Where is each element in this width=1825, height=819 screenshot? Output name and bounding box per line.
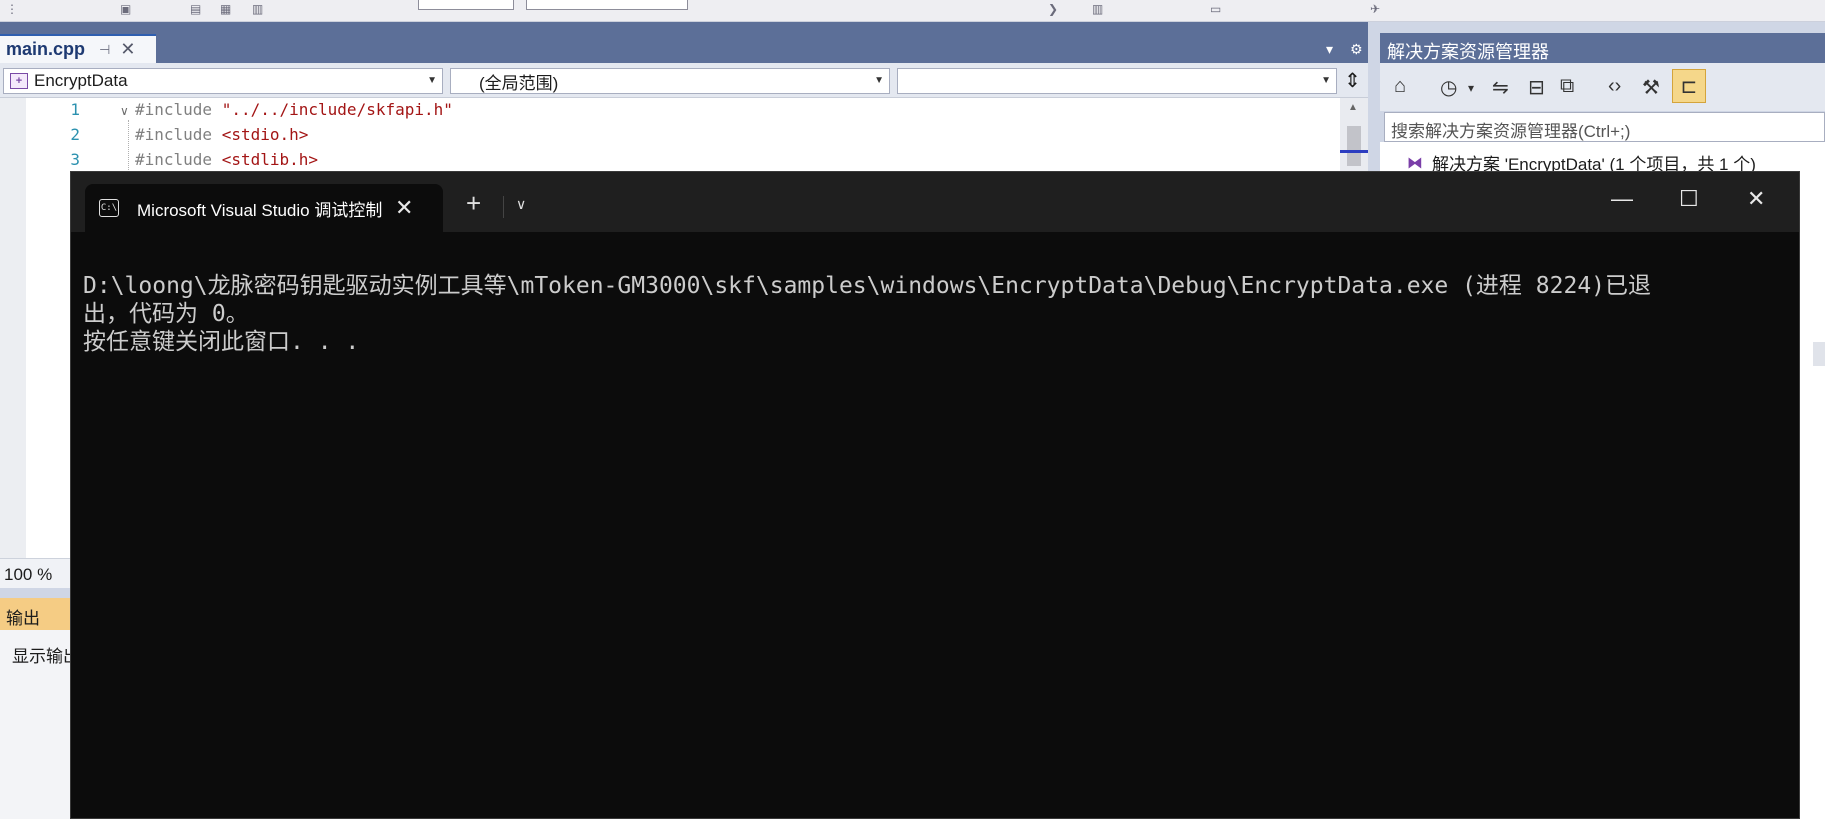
chevron-down-icon[interactable]: ▾ [1468, 81, 1474, 95]
divider [503, 196, 504, 218]
chevron-down-icon[interactable]: ▾ [1326, 41, 1333, 58]
terminal-icon: C:\ [99, 199, 119, 217]
code-line[interactable]: #include <stdio.h> [135, 125, 308, 144]
wrench-icon[interactable]: ⚒ [1642, 75, 1660, 100]
scope-combo[interactable]: (全局范围) ▼ [450, 68, 890, 94]
preview-icon[interactable]: ⊏ [1672, 69, 1706, 103]
toolbar-icon[interactable]: ✈ [1370, 2, 1380, 18]
toolbar-icon[interactable]: ▣ [120, 2, 131, 18]
debug-console-window[interactable]: C:\ Microsoft Visual Studio 调试控制台 ✕ + ∨ … [70, 171, 1800, 819]
chevron-down-icon: ▼ [1321, 75, 1331, 86]
code-view-icon[interactable]: ‹› [1608, 75, 1621, 98]
platform-dropdown[interactable] [526, 0, 688, 10]
chevron-down-icon: ▼ [427, 75, 437, 86]
project-icon: + [10, 73, 28, 89]
gear-icon[interactable]: ⚙ [1350, 41, 1363, 58]
new-tab-icon[interactable]: + [466, 188, 481, 219]
solution-icon: ⧓ [1407, 154, 1423, 172]
config-dropdown[interactable] [418, 0, 514, 10]
code-line[interactable]: #include <stdlib.h> [135, 150, 318, 169]
line-number: 1 [70, 100, 80, 119]
scroll-thumb[interactable] [1347, 126, 1361, 166]
collapse-icon[interactable]: ⊟ [1528, 75, 1545, 100]
output-title: 输出 [6, 609, 40, 628]
toolbar-icon[interactable]: ▥ [252, 2, 263, 18]
console-tab-title: Microsoft Visual Studio 调试控制台 [137, 200, 383, 220]
editor-margin [0, 98, 26, 558]
toolbar-icon[interactable]: ▭ [1210, 2, 1221, 18]
close-icon[interactable]: ✕ [395, 195, 413, 221]
navigation-bar: + EncryptData ▼ (全局范围) ▼ ▼ ⇕ [0, 63, 1368, 98]
pin-icon[interactable]: ⊣ [99, 42, 110, 58]
member-combo[interactable]: ▼ [897, 68, 1337, 94]
chevron-down-icon: ▼ [874, 75, 884, 86]
toolbar-icon[interactable]: ▦ [220, 2, 231, 18]
close-icon[interactable]: ✕ [120, 39, 135, 60]
console-line: D:\loong\龙脉密码钥匙驱动实例工具等\mToken-GM3000\skf… [83, 273, 1652, 299]
console-output: D:\loong\龙脉密码钥匙驱动实例工具等\mToken-GM3000\skf… [83, 272, 1783, 356]
tab-main-cpp[interactable]: main.cpp ⊣ ✕ [0, 34, 156, 63]
split-icon[interactable]: ⇕ [1344, 68, 1361, 93]
toolbar-icon[interactable]: ⋮ [6, 2, 18, 18]
vs-home-icon[interactable]: ⌂ [1394, 75, 1406, 98]
line-number: 3 [70, 150, 80, 169]
solution-explorer-search[interactable]: 搜索解决方案资源管理器(Ctrl+;) [1384, 112, 1825, 142]
fold-icon[interactable]: ∨ [120, 104, 129, 118]
maximize-icon[interactable]: ☐ [1679, 186, 1699, 212]
tree-scroll-stub [1813, 342, 1825, 366]
console-line: 按任意键关闭此窗口. . . [83, 329, 360, 355]
tab-label: main.cpp [6, 39, 86, 59]
sync-icon[interactable]: ⇋ [1492, 75, 1509, 100]
scroll-marker [1340, 150, 1368, 153]
project-combo-value: EncryptData [34, 71, 128, 90]
scroll-up-icon[interactable]: ▲ [1348, 102, 1358, 113]
line-number: 2 [70, 125, 80, 144]
console-tab[interactable]: C:\ Microsoft Visual Studio 调试控制台 ✕ [85, 184, 443, 232]
ide-toolbar: ⋮ ▣ ▤ ▦ ▥ ❯ ▥ ▭ ✈ [0, 0, 1825, 22]
project-combo[interactable]: + EncryptData ▼ [3, 68, 443, 94]
solution-explorer-toolbar: ⌂ ◷ ▾ ⇋ ⊟ ⧉ ‹› ⚒ ⊏ [1380, 63, 1825, 111]
show-all-icon[interactable]: ⧉ [1560, 75, 1574, 98]
zoom-level[interactable]: 100 % [4, 565, 52, 585]
toolbar-icon[interactable]: ❯ [1048, 2, 1058, 18]
scope-combo-value: (全局范围) [479, 73, 559, 93]
close-window-icon[interactable]: ✕ [1747, 186, 1765, 212]
console-line: 出，代码为 0。 [83, 301, 249, 327]
chevron-down-icon[interactable]: ∨ [516, 196, 526, 213]
editor-tabbar: main.cpp ⊣ ✕ ▾ ⚙ [0, 22, 1368, 63]
toolbar-icon[interactable]: ▤ [190, 2, 201, 18]
solution-explorer-title: 解决方案资源管理器 [1380, 33, 1825, 63]
minimize-icon[interactable]: — [1611, 186, 1633, 212]
console-titlebar: C:\ Microsoft Visual Studio 调试控制台 ✕ + ∨ … [71, 172, 1799, 232]
code-line[interactable]: #include "../../include/skfapi.h" [135, 100, 453, 119]
toolbar-icon[interactable]: ▥ [1092, 2, 1103, 18]
history-icon[interactable]: ◷ [1440, 75, 1457, 100]
